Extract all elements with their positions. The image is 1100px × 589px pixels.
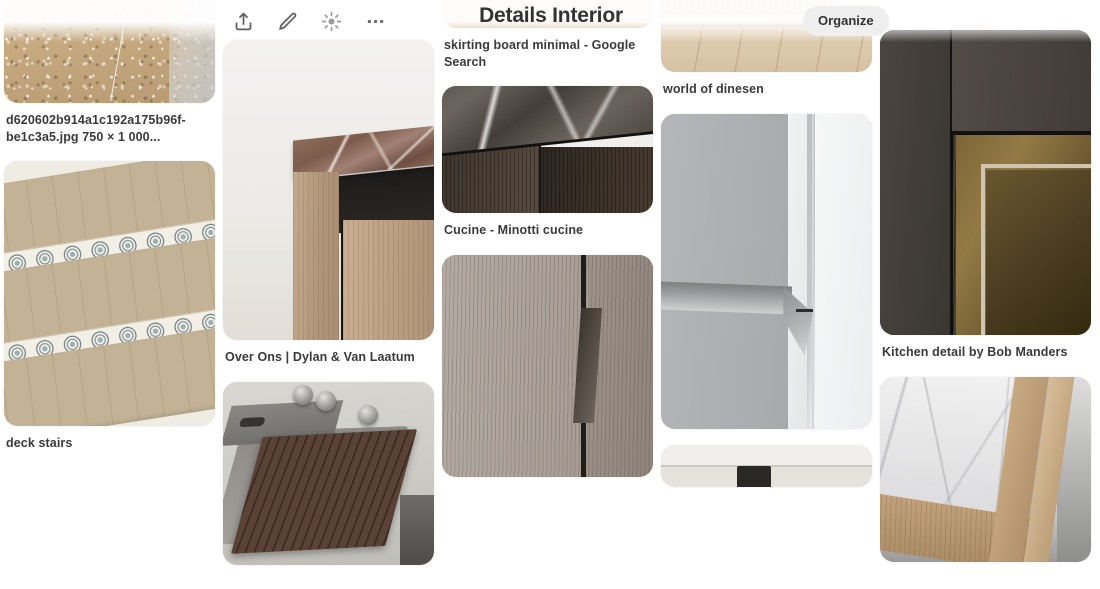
wood-plank-floor [442,0,653,28]
pin-grid: d620602b914a1c192a175b96f-be1c3a5.jpg 75… [0,0,1100,589]
pin-caption: Cucine - Minotti cucine [444,223,584,237]
groove-pull [661,281,792,315]
dark-wood-face-right [539,146,653,213]
sparkle-icon[interactable] [316,6,346,36]
grey-door-panel [661,113,788,429]
organize-button[interactable]: Organize [803,6,889,36]
niche-interior [985,170,1091,335]
pin-image-concrete-sink[interactable] [223,381,434,565]
pin-card[interactable]: deck stairs [4,161,215,452]
cabinet-corner [539,141,542,213]
edit-pencil-icon[interactable] [272,6,302,36]
pin-column-4: world of dinesen [661,0,872,589]
niche-shelf-side [981,164,986,335]
faucet-knob [315,390,336,411]
oak-panel-left [292,172,340,340]
cabinet-gap [341,220,344,340]
horizontal-reveal [951,130,1091,135]
pin-image-deck-stairs[interactable] [4,161,215,426]
pin-card[interactable] [223,381,434,565]
pin-column-2: Over Ons | Dylan & Van Laatum [223,40,434,589]
pin-image-marble-oak-edge[interactable] [880,376,1091,562]
pin-caption: Over Ons | Dylan & Van Laatum [225,350,415,364]
pin-column-3: skirting board minimal - Google Search C… [442,0,653,589]
pin-image-marble-oak-cabinet[interactable] [223,40,434,340]
dark-oak-panel-top [951,30,1091,131]
pin-column-5: Kitchen detail by Bob Manders [880,30,1091,589]
more-options-icon[interactable] [360,6,390,36]
oak-panel-right [343,220,434,340]
pin-card[interactable]: skirting board minimal - Google Search [442,0,653,70]
white-door-panel [815,113,872,429]
pin-card[interactable]: Cucine - Minotti cucine [442,86,653,239]
pin-caption: d620602b914a1c192a175b96f-be1c3a5.jpg 75… [6,113,186,144]
faucet-knob [292,385,313,406]
pinterest-board: d620602b914a1c192a175b96f-be1c3a5.jpg 75… [0,0,1100,589]
pin-card[interactable]: d620602b914a1c192a175b96f-be1c3a5.jpg 75… [4,0,215,145]
pin-card[interactable] [661,113,872,429]
handle-shadow [796,308,813,312]
board-action-tools [228,6,390,36]
pin-caption: world of dinesen [663,82,764,96]
door-reveal [787,113,807,429]
pin-image-kitchen-detail-bob-manders[interactable] [880,30,1091,335]
pin-image-minotti-cucine[interactable] [442,86,653,213]
pin-column-1: d620602b914a1c192a175b96f-be1c3a5.jpg 75… [4,0,215,589]
pin-image-terrazzo-floor[interactable] [4,0,215,103]
pin-image-partial-bottom[interactable] [661,444,872,487]
pin-caption: Kitchen detail by Bob Manders [882,345,1068,359]
counter-edge [400,494,434,565]
pin-image-skirting-board[interactable] [442,0,653,28]
pin-image-white-handleless-cabinet[interactable] [661,113,872,429]
pin-card[interactable] [661,444,872,487]
pin-card[interactable] [442,254,653,477]
dark-detail [736,466,771,487]
share-icon[interactable] [228,6,258,36]
pin-card[interactable] [880,376,1091,562]
pin-caption: skirting board minimal - Google Search [444,38,636,69]
pin-card[interactable]: Over Ons | Dylan & Van Laatum [223,40,434,366]
niche-shelf [981,164,1091,169]
pin-caption: deck stairs [6,436,73,450]
pin-image-grey-cabinet-doors[interactable] [442,254,653,477]
dark-oak-panel-left [880,30,950,335]
pin-card[interactable]: Kitchen detail by Bob Manders [880,30,1091,361]
panel-seam [811,113,814,429]
floor-reflection [168,0,215,103]
